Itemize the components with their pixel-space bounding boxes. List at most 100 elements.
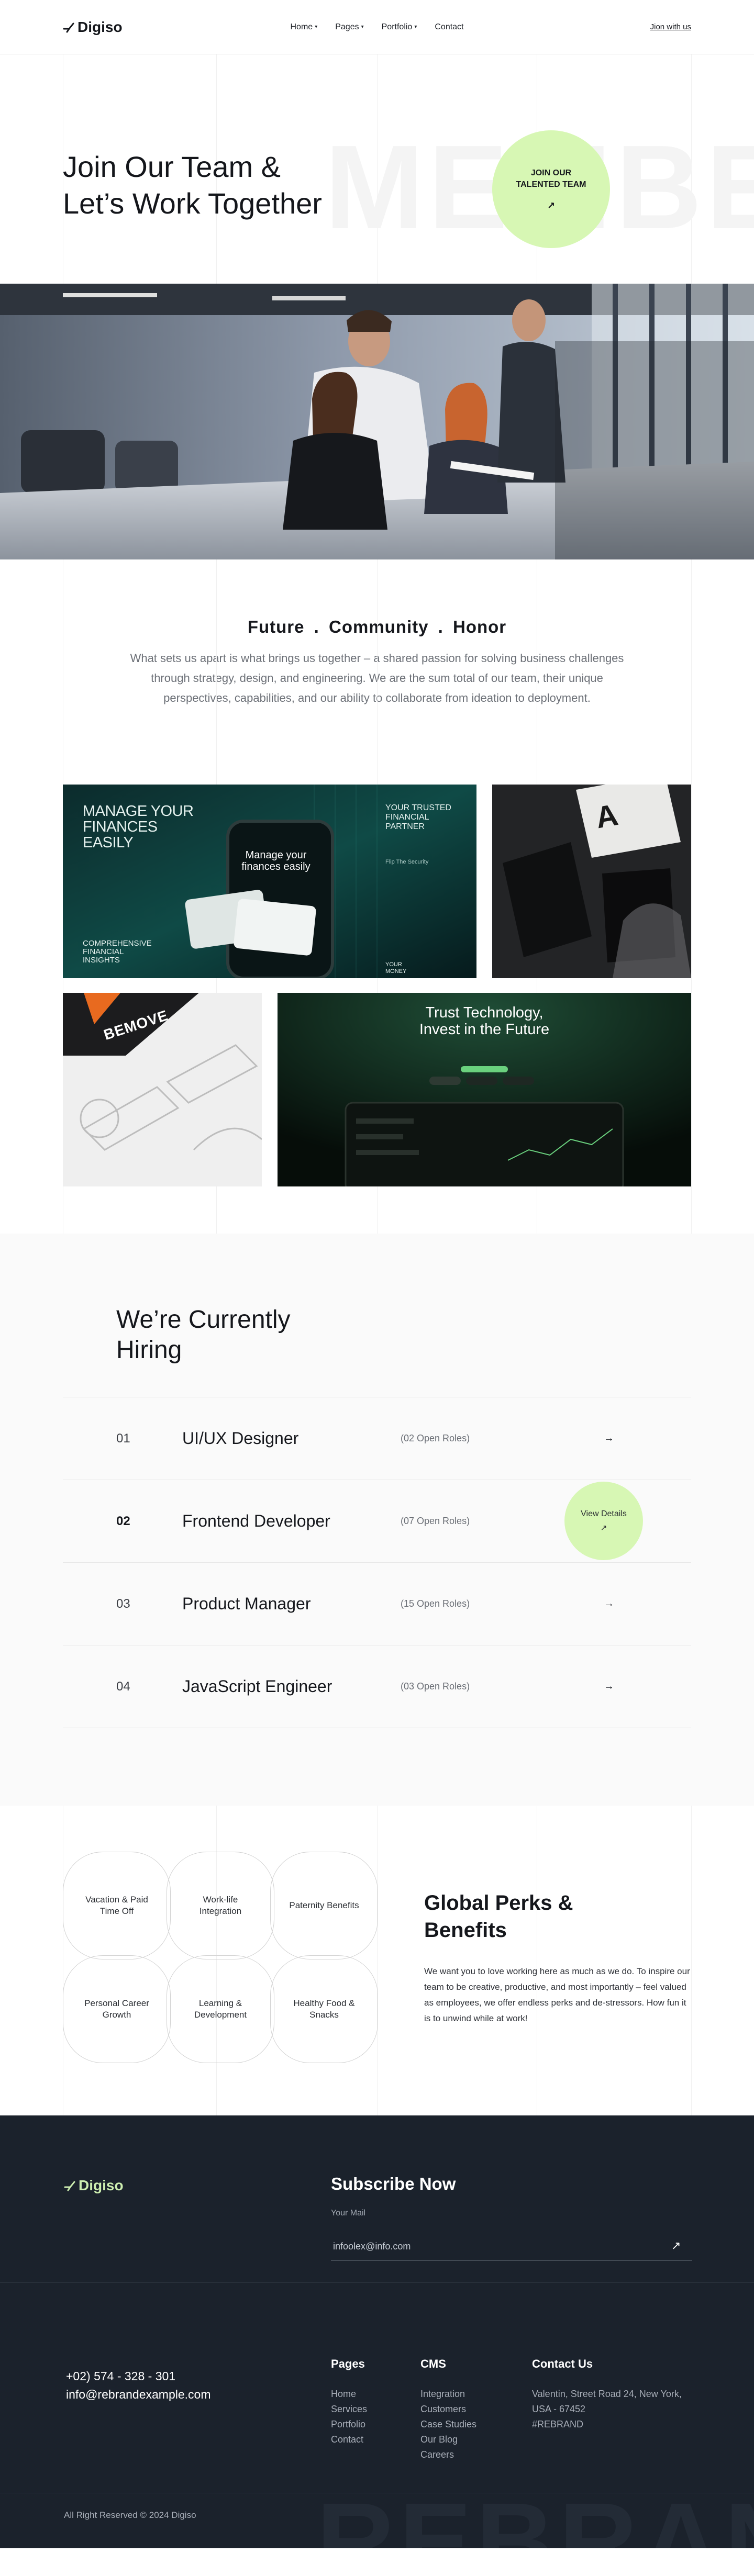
perks-title: Global Perks & Benefits: [424, 1891, 573, 1942]
contact-email[interactable]: info@rebrandexample.com: [66, 2388, 210, 2402]
nav-item-home[interactable]: Home ▾: [291, 23, 318, 32]
logo-icon: [64, 2181, 75, 2191]
finance-bottom-right: YOUR MONEY: [385, 961, 407, 975]
mail-label: Your Mail: [331, 2209, 366, 2217]
nav-label: Portfolio: [381, 22, 413, 31]
job-row[interactable]: 04 JavaScript Engineer (03 Open Roles) →: [63, 1645, 691, 1728]
job-title: JavaScript Engineer: [182, 1677, 332, 1696]
view-details-button[interactable]: View Details ↗: [564, 1482, 643, 1560]
hero-title-line: Let’s Work Together: [63, 187, 322, 220]
circle-label: TALENTED TEAM: [516, 180, 586, 189]
join-with-us-link[interactable]: Jion with us: [650, 23, 691, 31]
nav-label: Pages: [335, 22, 359, 31]
job-number: 03: [116, 1596, 130, 1611]
footer-column-pages: Pages Home Services Portfolio Contact: [331, 2357, 367, 2447]
footer-column-title: CMS: [420, 2357, 446, 2370]
footer-column-title: Contact Us: [532, 2357, 593, 2370]
footer-link[interactable]: Customers: [420, 2402, 476, 2417]
footer-link[interactable]: Home: [331, 2387, 367, 2402]
values-heading: Future . Community . Honor: [247, 617, 507, 636]
perk-item: Paternity Benefits: [270, 1852, 378, 1959]
perk-item: Learning & Development: [167, 1955, 274, 2063]
footer-logo[interactable]: Digiso: [64, 2177, 124, 2194]
main-nav: Home ▾ Pages ▾ Portfolio ▾ Contact: [291, 23, 464, 32]
chevron-down-icon: ▾: [361, 24, 364, 30]
trust-title: Trust Technology, Invest in the Future: [278, 1004, 691, 1038]
stationery-mockup-art: A: [492, 785, 691, 978]
hero-title-line: Join Our Team &: [63, 150, 281, 183]
job-title: Product Manager: [182, 1594, 311, 1613]
footer-link[interactable]: Contact: [331, 2432, 367, 2447]
circle-label: JOIN OUR: [530, 168, 572, 177]
chevron-down-icon: ▾: [315, 24, 318, 30]
perks-text: We want you to love working here as much…: [424, 1966, 690, 2023]
job-title: UI/UX Designer: [182, 1429, 299, 1448]
values-section: Future . Community . Honor What sets us …: [0, 559, 754, 785]
finance-sub-right: Flip The Security: [385, 859, 429, 865]
site-footer: Digiso Subscribe Now Your Mail ↗ +02) 57…: [0, 2115, 754, 2548]
job-number: 04: [116, 1679, 130, 1694]
trust-title-line: Trust Technology,: [425, 1004, 544, 1021]
footer-bottom: REBRAND All Right Reserved © 2024 Digiso: [0, 2487, 754, 2548]
hero-section: MEMBE Join Our Team & Let’s Work Togethe…: [0, 54, 754, 284]
nav-item-portfolio[interactable]: Portfolio ▾: [382, 23, 417, 32]
team-photo: [0, 284, 754, 559]
logo-icon: [63, 23, 74, 32]
arrow-right-icon[interactable]: →: [604, 1432, 614, 1444]
job-number: 02: [116, 1514, 130, 1528]
finance-headline-left: MANAGE YOUR FINANCES EASILY: [83, 803, 194, 851]
footer-column-contact: Contact Us Valentin, Street Road 24, New…: [532, 2357, 684, 2432]
arrow-up-right-icon[interactable]: ↗: [671, 2239, 681, 2253]
footer-link[interactable]: Integration: [420, 2387, 476, 2402]
footer-link[interactable]: Portfolio: [331, 2417, 367, 2432]
footer-link[interactable]: Our Blog: [420, 2432, 476, 2447]
chevron-down-icon: ▾: [414, 24, 417, 30]
finance-phone-text: Manage your finances easily: [241, 849, 311, 872]
perk-item: Vacation & Paid Time Off: [63, 1852, 171, 1959]
footer-watermark: REBRAND: [316, 2481, 754, 2548]
perk-item: Personal Career Growth: [63, 1955, 171, 2063]
trust-title-line: Invest in the Future: [419, 1021, 550, 1038]
job-row[interactable]: 03 Product Manager (15 Open Roles) →: [63, 1563, 691, 1645]
portfolio-tile-stationery[interactable]: A: [492, 785, 691, 978]
portfolio-grid: MANAGE YOUR FINANCES EASILY Manage your …: [0, 785, 754, 1234]
job-open-roles: (03 Open Roles): [401, 1681, 470, 1692]
logo[interactable]: Digiso: [63, 19, 123, 36]
join-talented-team-button[interactable]: JOIN OUR TALENTED TEAM ↗: [492, 130, 610, 248]
footer-column-cms: CMS Integration Customers Case Studies O…: [420, 2357, 476, 2462]
contact-phone: +02) 574 - 328 - 301: [66, 2369, 176, 2383]
view-details-label: View Details: [581, 1509, 627, 1518]
footer-top: Digiso Subscribe Now Your Mail ↗: [0, 2115, 754, 2283]
site-header: Digiso Home ▾ Pages ▾ Portfolio ▾ Contact J…: [0, 0, 754, 54]
logo-text: Digiso: [77, 18, 123, 35]
perk-item: Work-life Integration: [167, 1852, 274, 1959]
team-photo-illustration: [0, 284, 754, 559]
nav-item-pages[interactable]: Pages ▾: [335, 23, 363, 32]
finance-headline-right: YOUR TRUSTED FINANCIAL PARTNER: [385, 803, 451, 831]
hiring-title: We’re Currently Hiring: [116, 1306, 291, 1364]
arrow-up-right-icon: ↗: [547, 200, 556, 211]
footer-link[interactable]: Services: [331, 2402, 367, 2417]
email-field[interactable]: [331, 2233, 692, 2260]
footer-address: Valentin, Street Road 24, New York, USA …: [532, 2389, 682, 2414]
nav-item-contact[interactable]: Contact: [435, 23, 463, 32]
footer-link[interactable]: Careers: [420, 2447, 476, 2462]
hiring-section: We’re Currently Hiring 01 UI/UX Designer…: [0, 1234, 754, 1806]
logo-text: Digiso: [79, 2177, 124, 2193]
job-row[interactable]: 02 Frontend Developer (07 Open Roles) Vi…: [63, 1480, 691, 1563]
arrow-right-icon[interactable]: →: [604, 1598, 614, 1610]
subscribe-title: Subscribe Now: [331, 2174, 456, 2193]
footer-link[interactable]: Case Studies: [420, 2417, 476, 2432]
values-text: What sets us apart is what brings us tog…: [130, 652, 624, 704]
hero-title: Join Our Team & Let’s Work Together: [63, 149, 322, 222]
nav-label: Home: [290, 22, 313, 31]
arrow-right-icon[interactable]: →: [604, 1681, 614, 1693]
footer-hashtag: #REBRAND: [532, 2419, 584, 2429]
perk-item: Healthy Food & Snacks: [270, 1955, 378, 2063]
copyright: All Right Reserved © 2024 Digiso: [64, 2510, 196, 2520]
job-open-roles: (15 Open Roles): [401, 1598, 470, 1609]
job-title: Frontend Developer: [182, 1511, 330, 1530]
job-row[interactable]: 01 UI/UX Designer (02 Open Roles) →: [63, 1397, 691, 1480]
nav-label: Contact: [435, 22, 464, 31]
footer-column-title: Pages: [331, 2357, 365, 2370]
